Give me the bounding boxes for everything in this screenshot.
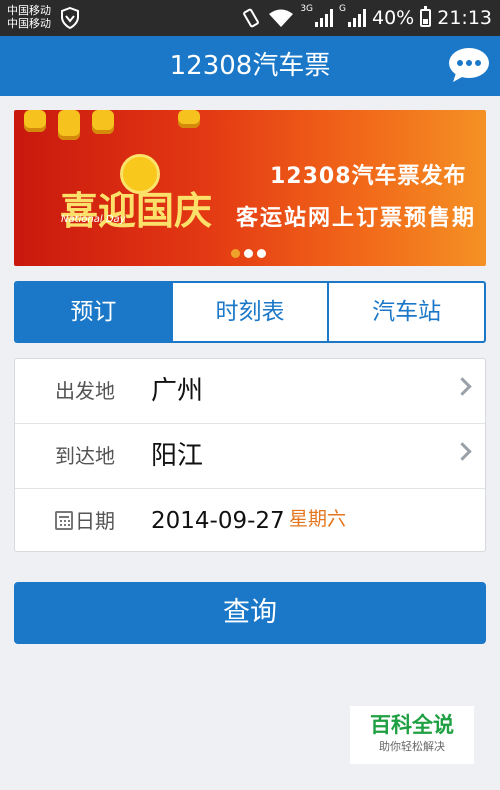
departure-value: 广州 <box>151 376 204 406</box>
query-button[interactable]: 查询 <box>14 582 486 644</box>
lantern-decoration <box>24 110 46 132</box>
calendar-icon <box>55 511 73 530</box>
carrier-2: 中国移动 <box>7 17 51 30</box>
tab-timetable[interactable]: 时刻表 <box>170 283 328 341</box>
shield-icon <box>61 7 79 29</box>
carrier-info: 中国移动 中国移动 <box>7 4 51 30</box>
network-type-1: 3G <box>300 4 314 14</box>
app-header: 12308汽车票 <box>0 36 500 96</box>
banner-headline: 喜迎国庆 <box>60 189 213 233</box>
chevron-right-icon <box>453 442 472 461</box>
battery-icon <box>420 6 432 27</box>
vibrate-icon <box>243 8 260 28</box>
departure-label: 出发地 <box>55 379 115 403</box>
signal-icon <box>348 9 366 27</box>
tab-bus-station[interactable]: 汽车站 <box>327 283 484 341</box>
watermark-subtitle: 助你轻松解决 <box>379 740 445 753</box>
arrival-value: 阳江 <box>151 441 204 471</box>
chevron-right-icon <box>453 377 472 396</box>
date-row[interactable]: 日期 2014-09-27 星期六 <box>15 489 485 553</box>
lantern-decoration <box>178 110 200 128</box>
status-indicators: 3G G 40% 21:13 <box>240 0 492 36</box>
tab-bar: 预订 时刻表 汽车站 <box>14 281 486 343</box>
carousel-dot[interactable] <box>244 249 253 258</box>
promo-banner[interactable]: 喜迎国庆 National Day 12308汽车票发布 客运站网上订票预售期 <box>14 110 486 266</box>
watermark-title: 百科全说 <box>370 713 454 737</box>
lantern-decoration <box>92 110 114 134</box>
carousel-dot[interactable] <box>257 249 266 258</box>
wifi-icon <box>269 9 294 27</box>
banner-line-1: 12308汽车票发布 <box>270 164 467 189</box>
banner-subtitle: National Day <box>61 214 126 225</box>
arrival-row[interactable]: 到达地 阳江 <box>15 424 485 488</box>
search-form: 出发地 广州 到达地 阳江 日期 2014-09-27 星期六 <box>14 358 486 552</box>
tab-booking[interactable]: 预订 <box>16 283 171 341</box>
page-title: 12308汽车票 <box>169 51 331 81</box>
clock: 21:13 <box>437 7 492 29</box>
network-type-2: G <box>339 4 346 14</box>
chat-bubble-icon[interactable] <box>448 46 490 84</box>
arrival-label: 到达地 <box>55 444 115 468</box>
carousel-dot[interactable] <box>231 249 240 258</box>
signal-icon <box>315 9 334 27</box>
lantern-decoration <box>58 110 80 140</box>
carousel-dots <box>231 249 266 258</box>
weekday-value: 星期六 <box>289 508 347 530</box>
carrier-1: 中国移动 <box>7 4 51 17</box>
departure-row[interactable]: 出发地 广州 <box>15 359 485 423</box>
banner-line-2: 客运站网上订票预售期 <box>236 206 477 231</box>
status-bar: 中国移动 中国移动 3G G 40% 21:13 <box>0 0 500 36</box>
date-value: 2014-09-27 <box>151 508 285 534</box>
battery-percent: 40% <box>372 7 415 29</box>
watermark-logo: 百科全说 助你轻松解决 <box>350 706 474 764</box>
date-label: 日期 <box>75 509 115 533</box>
